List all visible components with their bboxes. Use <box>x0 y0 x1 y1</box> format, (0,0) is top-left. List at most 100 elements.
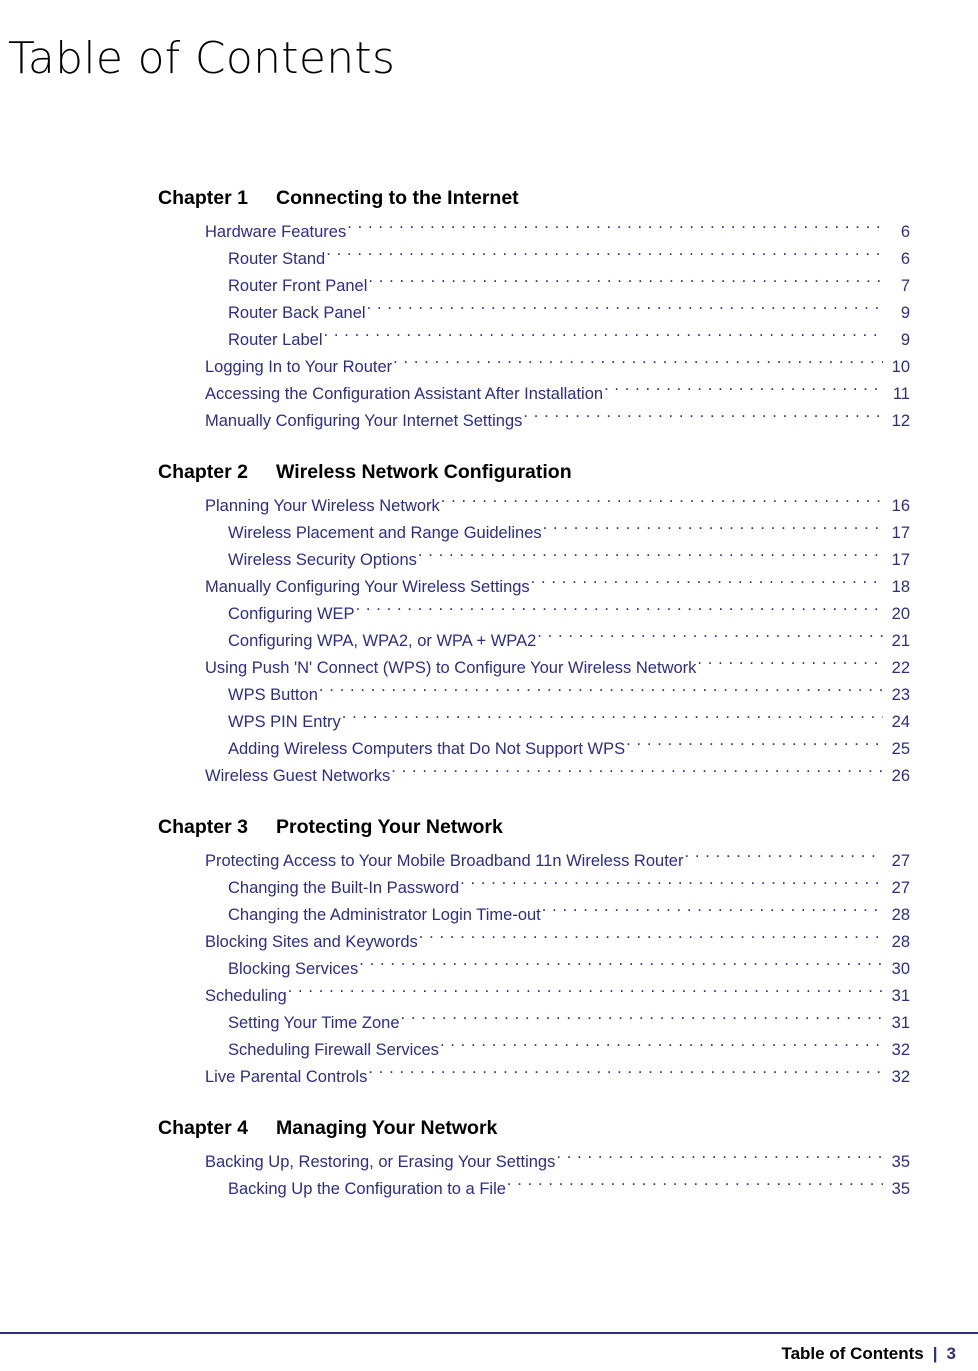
toc-entry-page-number: 25 <box>891 740 910 758</box>
toc-entry[interactable]: Configuring WPA, WPA2, or WPA + WPA2 21 <box>0 628 978 655</box>
toc-entry-list: Backing Up, Restoring, or Erasing Your S… <box>0 1149 978 1203</box>
page-title: Table of Contents <box>8 33 396 85</box>
toc-entry[interactable]: Logging In to Your Router 10 <box>0 354 978 381</box>
toc-entry[interactable]: Manually Configuring Your Internet Setti… <box>0 408 978 435</box>
toc-entry[interactable]: Scheduling 31 <box>0 983 978 1010</box>
chapter-heading[interactable]: Chapter 4 Managing Your Network <box>158 1113 978 1143</box>
toc-entry[interactable]: Using Push 'N' Connect (WPS) to Configur… <box>0 655 978 682</box>
toc-entry-page-number: 32 <box>891 1041 910 1059</box>
toc-entry-title: Backing Up the Configuration to a File <box>228 1180 506 1198</box>
toc-entry-page-number: 31 <box>891 987 910 1005</box>
toc-entry-list: Protecting Access to Your Mobile Broadba… <box>0 848 978 1091</box>
toc-entry-title: Wireless Guest Networks <box>205 767 391 785</box>
toc-entry-title: Router Stand <box>228 250 326 268</box>
toc-entry[interactable]: Planning Your Wireless Network 16 <box>0 493 978 520</box>
toc-entry-title: Changing the Administrator Login Time-ou… <box>228 906 541 924</box>
toc-entry-page-number: 23 <box>891 686 910 704</box>
toc-entry[interactable]: WPS PIN Entry 24 <box>0 709 978 736</box>
footer-label: Table of Contents <box>781 1344 924 1363</box>
toc-entry-title: Live Parental Controls <box>205 1068 368 1086</box>
dot-leader <box>356 603 883 620</box>
toc-entry-page-number: 6 <box>900 223 910 241</box>
toc-entry[interactable]: Wireless Guest Networks 26 <box>0 763 978 790</box>
toc-entry-page-number: 24 <box>891 713 910 731</box>
dot-leader <box>418 549 883 566</box>
toc-entry[interactable]: Setting Your Time Zone 31 <box>0 1010 978 1037</box>
dot-leader <box>288 985 883 1002</box>
toc-entry[interactable]: WPS Button 23 <box>0 682 978 709</box>
toc-entry-page-number: 20 <box>891 605 910 623</box>
page-footer: Table of Contents | 3 <box>781 1342 956 1366</box>
toc-entry[interactable]: Wireless Placement and Range Guidelines 1… <box>0 520 978 547</box>
toc-entry-list: Hardware Features 6 Router Stand 6 Router Fr… <box>0 219 978 435</box>
toc-entry-title: Adding Wireless Computers that Do Not Su… <box>228 740 626 758</box>
toc-entry-title: Scheduling <box>205 987 287 1005</box>
dot-leader <box>326 248 883 265</box>
toc-entry-title: Wireless Placement and Range Guidelines <box>228 524 542 542</box>
toc-entry-page-number: 17 <box>891 551 910 569</box>
toc-entry-page-number: 35 <box>891 1180 910 1198</box>
chapter-heading[interactable]: Chapter 2 Wireless Network Configuration <box>158 457 978 487</box>
toc-entry[interactable]: Scheduling Firewall Services 32 <box>0 1037 978 1064</box>
dot-leader <box>368 275 883 292</box>
toc-entry[interactable]: Manually Configuring Your Wireless Setti… <box>0 574 978 601</box>
toc-entry-title: Backing Up, Restoring, or Erasing Your S… <box>205 1153 556 1171</box>
chapter-title: Wireless Network Configuration <box>276 461 572 483</box>
toc-entry[interactable]: Protecting Access to Your Mobile Broadba… <box>0 848 978 875</box>
toc-entry-page-number: 32 <box>891 1068 910 1086</box>
toc-entry[interactable]: Configuring WEP 20 <box>0 601 978 628</box>
toc-entry-title: Manually Configuring Your Internet Setti… <box>205 412 523 430</box>
chapter-heading[interactable]: Chapter 3 Protecting Your Network <box>158 812 978 842</box>
toc-entry[interactable]: Router Back Panel 9 <box>0 300 978 327</box>
toc-entry[interactable]: Blocking Sites and Keywords 28 <box>0 929 978 956</box>
chapter-title: Managing Your Network <box>276 1117 498 1139</box>
toc-entry-page-number: 35 <box>891 1153 910 1171</box>
footer-divider <box>0 1332 978 1334</box>
toc-entry[interactable]: Wireless Security Options 17 <box>0 547 978 574</box>
toc-entry-title: Configuring WPA, WPA2, or WPA + WPA2 <box>228 632 537 650</box>
toc-entry-page-number: 30 <box>891 960 910 978</box>
dot-leader <box>684 850 883 867</box>
toc-entry-page-number: 26 <box>891 767 910 785</box>
dot-leader <box>393 356 883 373</box>
dot-leader <box>440 1039 883 1056</box>
toc-entry[interactable]: Hardware Features 6 <box>0 219 978 246</box>
toc-entry[interactable]: Adding Wireless Computers that Do Not Su… <box>0 736 978 763</box>
toc-entry[interactable]: Changing the Built-In Password 27 <box>0 875 978 902</box>
toc-entry-page-number: 22 <box>891 659 910 677</box>
toc-entry[interactable]: Router Front Panel 7 <box>0 273 978 300</box>
dot-leader <box>523 410 883 427</box>
toc-entry[interactable]: Router Stand 6 <box>0 246 978 273</box>
dot-leader <box>537 630 883 647</box>
dot-leader <box>367 302 883 319</box>
toc-entry-page-number: 11 <box>892 385 910 403</box>
toc-entry[interactable]: Backing Up the Configuration to a File 35 <box>0 1176 978 1203</box>
dot-leader <box>543 522 883 539</box>
dot-leader <box>531 576 883 593</box>
chapter-block: Chapter 2 Wireless Network Configuration P… <box>0 457 978 790</box>
chapter-heading[interactable]: Chapter 1 Connecting to the Internet <box>158 183 978 213</box>
chapter-block: Chapter 1 Connecting to the Internet Hardw… <box>0 183 978 435</box>
table-of-contents: Chapter 1 Connecting to the Internet Hardw… <box>0 183 978 1203</box>
toc-entry-title: Protecting Access to Your Mobile Broadba… <box>205 852 684 870</box>
toc-entry[interactable]: Changing the Administrator Login Time-ou… <box>0 902 978 929</box>
toc-entry[interactable]: Accessing the Configuration Assistant Af… <box>0 381 978 408</box>
dot-leader <box>507 1178 883 1195</box>
toc-entry-title: WPS Button <box>228 686 318 704</box>
toc-entry-title: Configuring WEP <box>228 605 355 623</box>
dot-leader <box>441 495 883 512</box>
toc-entry[interactable]: Router Label 9 <box>0 327 978 354</box>
dot-leader <box>604 383 883 400</box>
toc-entry-title: Blocking Services <box>228 960 359 978</box>
toc-entry[interactable]: Blocking Services 30 <box>0 956 978 983</box>
toc-entry-title: Logging In to Your Router <box>205 358 393 376</box>
chapter-title: Connecting to the Internet <box>276 187 519 209</box>
toc-entry-title: Wireless Security Options <box>228 551 417 569</box>
dot-leader <box>368 1066 883 1083</box>
toc-entry[interactable]: Live Parental Controls 32 <box>0 1064 978 1091</box>
toc-entry-title: Accessing the Configuration Assistant Af… <box>205 385 604 403</box>
toc-entry-page-number: 7 <box>900 277 910 295</box>
toc-entry-title: Planning Your Wireless Network <box>205 497 440 515</box>
toc-entry[interactable]: Backing Up, Restoring, or Erasing Your S… <box>0 1149 978 1176</box>
chapter-block: Chapter 4 Managing Your Network Backing Up… <box>0 1113 978 1203</box>
